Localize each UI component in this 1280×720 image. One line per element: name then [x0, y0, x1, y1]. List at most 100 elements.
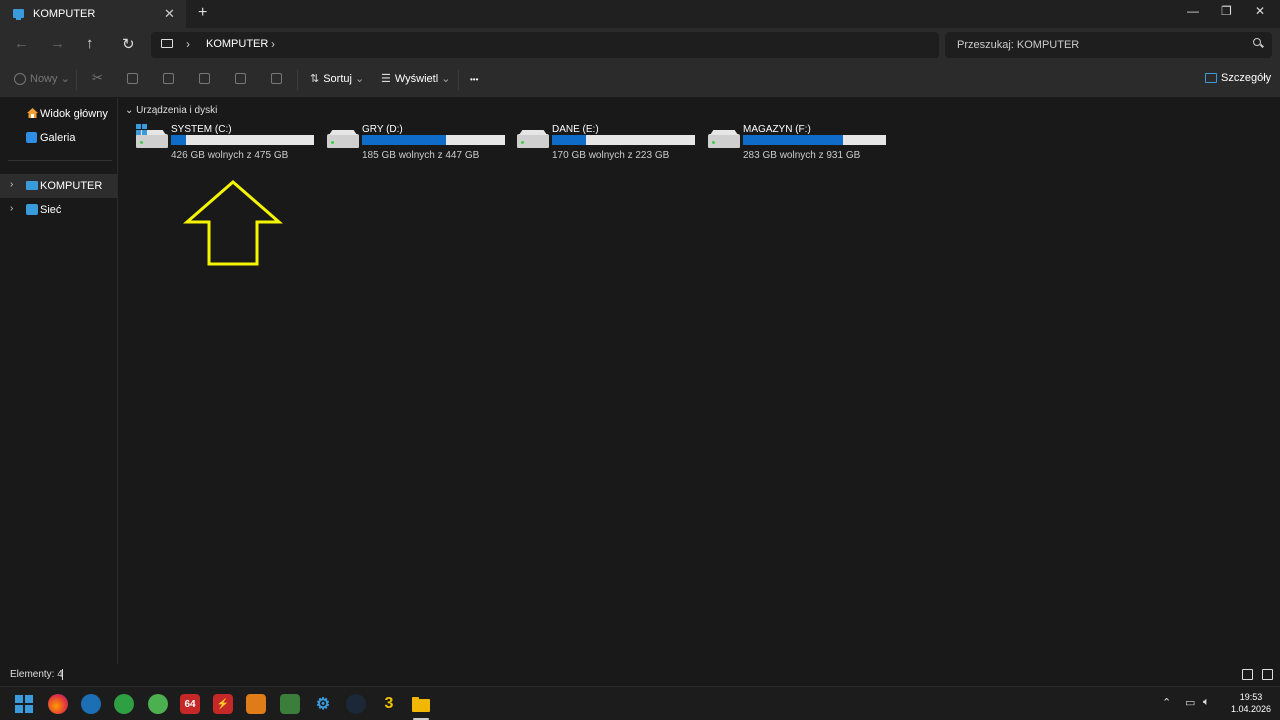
delete-icon[interactable]	[271, 72, 282, 84]
drive-name: SYSTEM (C:)	[171, 124, 232, 135]
breadcrumb-komputer[interactable]: KOMPUTER	[206, 38, 268, 50]
group-header-label: Urządzenia i dyski	[136, 105, 218, 116]
app-icon[interactable]: 3	[379, 694, 399, 714]
add-icon	[14, 73, 26, 86]
home-icon	[27, 108, 38, 118]
details-button[interactable]: Szczegóły	[1205, 72, 1271, 84]
hard-drive-icon	[708, 134, 740, 148]
chevron-down-icon: ⌄	[441, 73, 451, 85]
paste-icon[interactable]	[163, 72, 174, 84]
group-header[interactable]: ⌄ Urządzenia i dyski	[125, 105, 217, 116]
copy-icon-shape	[127, 72, 138, 84]
sidebar-item-label: Galeria	[40, 132, 76, 144]
sidebar-item-label: Widok główny	[40, 108, 108, 120]
aida64-icon[interactable]: 64	[180, 694, 200, 714]
refresh-button[interactable]: ↻	[122, 35, 135, 53]
sidebar-item-home[interactable]: Widok główny	[0, 102, 117, 126]
drive-free-space: 426 GB wolnych z 475 GB	[171, 150, 289, 161]
drive-tile[interactable]: DANE (E:) 170 GB wolnych z 223 GB	[517, 123, 703, 163]
sidebar-item-komputer[interactable]: › KOMPUTER	[0, 174, 117, 198]
steam-icon[interactable]	[346, 694, 366, 714]
minimize-button[interactable]: —	[1187, 4, 1199, 18]
computer-icon	[26, 181, 38, 190]
chevron-right-icon[interactable]: ›	[10, 203, 13, 214]
drive-usage-bar	[743, 135, 886, 145]
tab-komputer[interactable]: KOMPUTER ✕	[0, 0, 186, 28]
tab-bar: KOMPUTER ✕ + — ❐ ✕	[0, 0, 1280, 28]
computer-icon	[13, 9, 24, 20]
app-icon[interactable]	[280, 694, 300, 714]
more-options-button[interactable]: •••	[470, 75, 478, 84]
tiles-view-button[interactable]	[1262, 669, 1273, 680]
network-status-icon[interactable]: ▭	[1185, 696, 1195, 709]
new-tab-button[interactable]: +	[198, 4, 207, 22]
forward-button[interactable]: →	[50, 35, 65, 52]
maximize-button[interactable]: ❐	[1221, 4, 1232, 18]
cpuz-icon[interactable]	[246, 694, 266, 714]
address-row: ← → ↑ ↻ › KOMPUTER › Przeszukaj: KOMPUTE…	[0, 28, 1280, 62]
sidebar-divider	[8, 160, 112, 161]
cut-icon[interactable]: ✂	[92, 70, 103, 86]
drive-free-space: 170 GB wolnych z 223 GB	[552, 150, 670, 161]
start-icon[interactable]	[14, 694, 34, 714]
chevron-right-icon[interactable]: ›	[271, 37, 275, 51]
copy-icon[interactable]	[127, 72, 138, 84]
chevron-right-icon[interactable]: ›	[186, 37, 190, 51]
chevron-right-icon[interactable]: ›	[10, 179, 13, 190]
sort-icon: ⇅	[310, 73, 320, 85]
toolbar-divider	[76, 70, 77, 90]
back-button[interactable]: ←	[14, 35, 29, 52]
view-icon: ☰	[381, 73, 391, 85]
drive-tile[interactable]: GRY (D:) 185 GB wolnych z 447 GB	[327, 123, 513, 163]
new-label: Nowy	[30, 73, 58, 85]
chevron-up-icon[interactable]: ⌃	[1162, 696, 1171, 709]
firefox-icon[interactable]	[48, 694, 68, 714]
close-tab-button[interactable]: ✕	[164, 6, 175, 22]
drive-name: DANE (E:)	[552, 124, 599, 135]
sidebar-item-network[interactable]: › Sieć	[0, 198, 117, 222]
share-icon[interactable]	[235, 72, 246, 84]
app-icon[interactable]: ⚡	[213, 694, 233, 714]
app-icon[interactable]	[114, 694, 134, 714]
delete-icon-shape	[271, 72, 282, 84]
hard-drive-icon	[136, 134, 168, 148]
toolbar-divider	[297, 70, 298, 90]
hard-drive-icon	[327, 134, 359, 148]
drive-usage-fill	[362, 135, 446, 145]
settings-icon[interactable]: ⚙	[313, 694, 333, 714]
app-icon[interactable]	[148, 694, 168, 714]
status-bar: Elementy: 4	[0, 664, 1280, 686]
rename-icon[interactable]	[199, 72, 210, 84]
file-list-pane: ⌄ Urządzenia i dyski SYSTEM (C:) 426 GB …	[119, 98, 1280, 664]
new-button[interactable]: Nowy ⌄	[14, 72, 70, 86]
windows-logo-icon	[136, 124, 148, 136]
view-label: Wyświetl	[394, 73, 439, 85]
drive-usage-bar	[552, 135, 695, 145]
search-icon	[1253, 38, 1261, 46]
details-view-button[interactable]	[1242, 669, 1253, 680]
address-bar[interactable]: › KOMPUTER ›	[151, 32, 939, 58]
sidebar-item-label: KOMPUTER	[40, 180, 103, 192]
sort-button[interactable]: ⇅ Sortuj ⌄	[310, 72, 364, 85]
command-bar: Nowy ⌄ ✂ ⇅ Sortuj ⌄ ☰ Wyświetl ⌄ ••• Szcze…	[0, 62, 1280, 98]
drive-tile[interactable]: MAGAZYN (F:) 283 GB wolnych z 931 GB	[708, 123, 894, 163]
volume-icon[interactable]: 🔈︎	[1203, 696, 1210, 709]
paste-icon-shape	[163, 72, 174, 84]
tab-title: KOMPUTER	[33, 8, 96, 20]
system-clock[interactable]: 19:53 1.04.2026	[1228, 691, 1274, 715]
up-button[interactable]: ↑	[86, 35, 94, 52]
drive-usage-bar	[362, 135, 505, 145]
sidebar-item-gallery[interactable]: Galeria	[0, 126, 117, 150]
file-explorer-icon[interactable]	[411, 694, 431, 714]
hard-drive-icon	[517, 134, 549, 148]
chevron-down-icon: ⌄	[355, 73, 365, 85]
annotation-arrow-shape	[183, 180, 283, 266]
view-button[interactable]: ☰ Wyświetl ⌄	[381, 72, 450, 85]
sidebar-item-label: Sieć	[40, 204, 62, 216]
drive-tile[interactable]: SYSTEM (C:) 426 GB wolnych z 475 GB	[136, 123, 322, 163]
app-icon[interactable]	[81, 694, 101, 714]
rename-icon-shape	[199, 72, 210, 84]
search-input[interactable]: Przeszukaj: KOMPUTER	[945, 32, 1272, 58]
drive-free-space: 185 GB wolnych z 447 GB	[362, 150, 480, 161]
close-window-button[interactable]: ✕	[1255, 4, 1265, 18]
